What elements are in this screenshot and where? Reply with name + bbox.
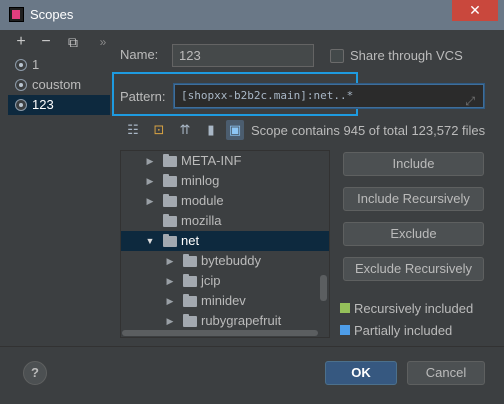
chevron-down-icon[interactable]: ▼ <box>145 231 155 251</box>
folder-icon <box>163 194 177 207</box>
title-bar: Scopes ✕ <box>0 0 504 30</box>
recursively-included-label: Recursively included <box>354 301 474 316</box>
chevron-right-icon[interactable]: ▶ <box>145 151 155 171</box>
tree-horizontal-scrollbar[interactable] <box>122 330 318 336</box>
expand-icon[interactable]: ⤢ <box>465 90 475 112</box>
scope-icon <box>15 79 27 91</box>
folder-icon <box>183 314 197 327</box>
chevron-right-icon[interactable]: ▶ <box>165 271 175 291</box>
share-vcs-checkbox[interactable] <box>330 49 344 63</box>
include-button[interactable]: Include <box>343 152 484 176</box>
chevron-right-icon[interactable]: ▶ <box>165 251 175 271</box>
folder-icon <box>183 254 197 267</box>
tree-row-label: mozilla <box>181 213 222 228</box>
folder-icon <box>183 294 197 307</box>
pattern-value: [shopxx-b2b2c.main]:net..* <box>181 89 354 102</box>
package-icon[interactable]: ▮ <box>202 120 220 140</box>
name-field[interactable]: 123 <box>172 44 314 67</box>
package-tree[interactable]: ▶ META-INF ▶ minlog ▶ module mozilla ▼ n… <box>120 150 330 338</box>
scope-item-1[interactable]: 1 <box>8 55 110 75</box>
pattern-field[interactable]: [shopxx-b2b2c.main]:net..* ⤢ <box>173 83 485 109</box>
chevron-right-icon[interactable]: ▶ <box>165 311 175 331</box>
tree-row-label: jcip <box>201 273 221 288</box>
scope-list: 1 coustom 123 <box>8 55 110 115</box>
tree-row-label: net <box>181 233 200 248</box>
tree-row[interactable]: mozilla <box>121 211 329 231</box>
tree-row-label: module <box>181 193 224 208</box>
folder-icon <box>163 174 177 187</box>
scope-item-123[interactable]: 123 <box>8 95 110 115</box>
tree-row[interactable]: ▶ rubygrapefruit <box>121 311 329 331</box>
share-vcs-label: Share through VCS <box>350 48 463 63</box>
tree-row[interactable]: ▶ bytebuddy <box>121 251 329 271</box>
include-recursively-button[interactable]: Include Recursively <box>343 187 484 211</box>
scope-item-coustom[interactable]: coustom <box>8 75 110 95</box>
module-icon[interactable]: ⊡ <box>150 120 168 140</box>
exclude-recursively-button[interactable]: Exclude Recursively <box>343 257 484 281</box>
chevron-right-icon[interactable]: ▶ <box>145 191 155 211</box>
tree-row-label: bytebuddy <box>201 253 261 268</box>
cancel-button[interactable]: Cancel <box>407 361 485 385</box>
ok-button[interactable]: OK <box>325 361 397 385</box>
tree-row-label: rubygrapefruit <box>201 313 282 328</box>
close-button[interactable]: ✕ <box>452 0 498 21</box>
folder-icon <box>183 274 197 287</box>
tree-row[interactable]: ▶ module <box>121 191 329 211</box>
partially-included-swatch <box>340 325 350 335</box>
name-label: Name: <box>120 47 159 62</box>
scope-list-panel: + − ⧉ » 1 coustom 123 <box>8 30 110 338</box>
tree-row[interactable]: ▶ minidev <box>121 291 329 311</box>
tree-row[interactable]: ▶ META-INF <box>121 151 329 171</box>
tree-vertical-scrollbar[interactable] <box>320 275 327 301</box>
more-actions-button[interactable]: » <box>94 33 112 51</box>
copy-scope-button[interactable]: ⧉ <box>64 33 82 51</box>
add-scope-button[interactable]: + <box>12 33 30 51</box>
pattern-label: Pattern: <box>120 89 166 104</box>
window-title: Scopes <box>30 7 74 22</box>
chevron-right-icon[interactable]: ▶ <box>145 171 155 191</box>
tree-row-selected[interactable]: ▼ net <box>121 231 329 251</box>
hierarchy-icon[interactable]: ☷ <box>124 120 142 140</box>
scope-icon <box>15 59 27 71</box>
remove-scope-button[interactable]: − <box>37 33 55 51</box>
footer-divider <box>0 346 504 347</box>
exclude-button[interactable]: Exclude <box>343 222 484 246</box>
scope-info-text: Scope contains 945 of total 123,572 file… <box>251 123 486 138</box>
tree-row[interactable]: ▶ minlog <box>121 171 329 191</box>
tree-row[interactable]: ▶ jcip <box>121 271 329 291</box>
folder-icon <box>163 234 177 247</box>
filter-icon[interactable]: ▣ <box>226 120 244 140</box>
folder-icon <box>163 154 177 167</box>
help-button[interactable]: ? <box>23 361 47 385</box>
recursively-included-swatch <box>340 303 350 313</box>
tree-row-label: minidev <box>201 293 246 308</box>
scope-icon <box>15 99 27 111</box>
scope-item-label: coustom <box>32 77 82 92</box>
intellij-app-icon <box>9 7 24 22</box>
scope-item-label: 1 <box>32 57 40 72</box>
tree-row-label: META-INF <box>181 153 242 168</box>
folder-icon <box>163 214 177 227</box>
partially-included-label: Partially included <box>354 323 453 338</box>
scope-item-label: 123 <box>32 97 54 112</box>
chevron-right-icon[interactable]: ▶ <box>165 291 175 311</box>
tree-row-label: minlog <box>181 173 220 188</box>
scope-list-toolbar: + − ⧉ » <box>8 30 110 54</box>
flatten-icon[interactable]: ⇈ <box>176 120 194 140</box>
